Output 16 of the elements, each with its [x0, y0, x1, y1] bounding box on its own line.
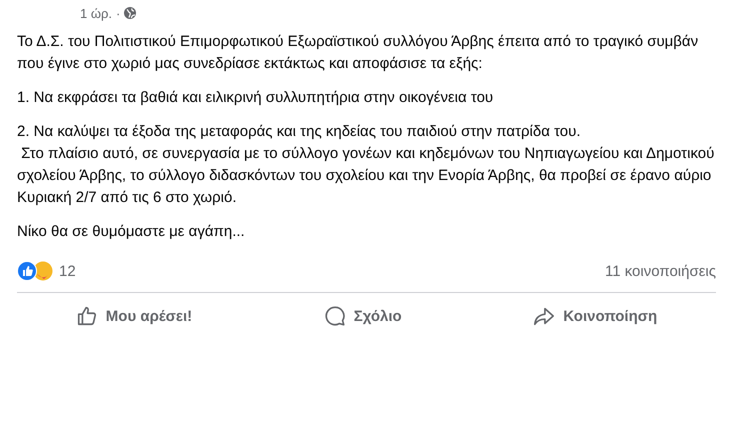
thumbs-up-icon — [76, 305, 98, 327]
post-paragraph: 2. Να καλύψει τα έξοδα της μεταφοράς και της κηδείας του παιδιού στην πατρίδα του. Στο πλαίσιο αυτό, σε συνεργασία με το σύλλογο γονέων και κηδεμόνων του Νηπιαγωγείου και Δημοτικού σχολείου Άρβης, το σύλλογο διδασκόντων του σχολείου και την Ενορία Άρβης, θα προβεί σε έρανο αύριο Κυριακή 2/7 από τις 6 στο χωριό. — [17, 122, 715, 208]
post-paragraph: Νίκο θα σε θυμόμαστε με αγάπη... — [17, 222, 246, 242]
like-button[interactable]: Μου αρέσει! — [64, 299, 204, 333]
post-paragraph: Το Δ.Σ. του Πολιτιστικού Επιμορφωτικού Εξωραϊστικού συλλόγου Άρβης έπειτα από το τραγικό συμβάν που έγινε στο χωριό μας συνεδρίασε εκτάκτως και αποφάσισε τα εξής: — [17, 32, 700, 74]
comment-button[interactable]: Σχόλιο — [312, 299, 414, 333]
share-button[interactable]: Κοινοποίηση — [521, 299, 670, 333]
reaction-icons[interactable] — [17, 261, 53, 281]
share-arrow-icon — [533, 305, 556, 327]
speech-bubble-icon — [324, 305, 346, 327]
post-time[interactable]: 1 ώρ. — [80, 6, 112, 20]
globe-icon — [124, 7, 136, 19]
reaction-count[interactable]: 12 — [59, 262, 76, 280]
share-count[interactable]: 11 κοινοποιήσεις — [604, 262, 716, 280]
separator: · — [116, 6, 120, 20]
post-paragraph: 1. Να εκφράσει τα βαθιά και ειλικρινή συλλυπητήρια στην οικογένεια του — [17, 88, 494, 108]
